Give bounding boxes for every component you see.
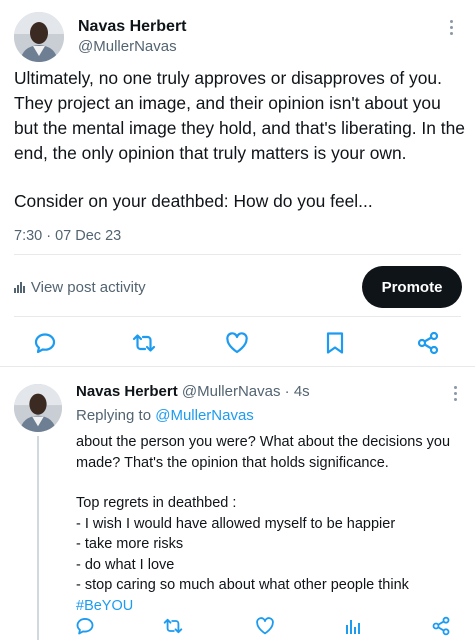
regret-item: - stop caring so much about what other p… (76, 577, 409, 593)
repost-icon[interactable] (131, 330, 157, 356)
reply-author-avatar[interactable] (14, 384, 62, 432)
reply-author-name[interactable]: Navas Herbert (76, 383, 178, 400)
view-post-activity-link[interactable]: View post activity (14, 279, 146, 296)
regret-item: - take more risks (76, 536, 184, 552)
bookmark-icon[interactable] (322, 330, 348, 356)
replying-to-label: Replying to (76, 407, 152, 424)
view-post-activity-label: View post activity (30, 279, 146, 296)
avatar-photo (14, 384, 62, 432)
reply-header: Navas Herbert @MullerNavas · 4s (76, 383, 310, 400)
reply-text: about the person you were? What about th… (76, 432, 468, 616)
reply-author-handle[interactable]: @MullerNavas (182, 383, 281, 400)
share-icon[interactable] (428, 613, 454, 639)
more-options-icon[interactable] (452, 386, 458, 404)
author-name[interactable]: Navas Herbert (78, 18, 187, 36)
post-text: Ultimately, no one truly approves or dis… (14, 66, 466, 214)
post-timestamp[interactable]: 7:30 · 07 Dec 23 (14, 228, 121, 244)
post-action-bar (0, 330, 475, 358)
author-avatar[interactable] (14, 12, 64, 62)
analytics-icon (14, 282, 25, 293)
repost-icon[interactable] (160, 613, 186, 639)
post-paragraph: Ultimately, no one truly approves or dis… (14, 68, 470, 163)
reply-time[interactable]: · 4s (285, 383, 310, 400)
regret-item: - I wish I would have allowed myself to … (76, 515, 396, 532)
thread-connector (37, 436, 39, 640)
divider (0, 366, 475, 367)
author-handle[interactable]: @MullerNavas (78, 38, 177, 55)
promote-button[interactable]: Promote (362, 266, 462, 308)
views-icon[interactable] (340, 613, 366, 639)
reply-action-bar (0, 613, 475, 640)
divider (14, 254, 461, 255)
avatar-photo (14, 12, 64, 62)
regret-item: - do what I love (76, 556, 175, 573)
share-icon[interactable] (415, 330, 441, 356)
like-icon[interactable] (252, 613, 278, 639)
reply-icon[interactable] (72, 613, 98, 639)
divider (14, 316, 461, 317)
replying-to: Replying to @MullerNavas (76, 407, 254, 424)
replying-to-link[interactable]: @MullerNavas (155, 407, 254, 424)
regrets-title: Top regrets in deathbed : (76, 495, 237, 511)
more-options-icon[interactable] (448, 20, 454, 38)
reply-paragraph: about the person you were? What about th… (76, 434, 455, 471)
like-icon[interactable] (224, 330, 250, 356)
post-paragraph: Consider on your deathbed: How do you fe… (14, 191, 373, 211)
reply-icon[interactable] (32, 330, 58, 356)
